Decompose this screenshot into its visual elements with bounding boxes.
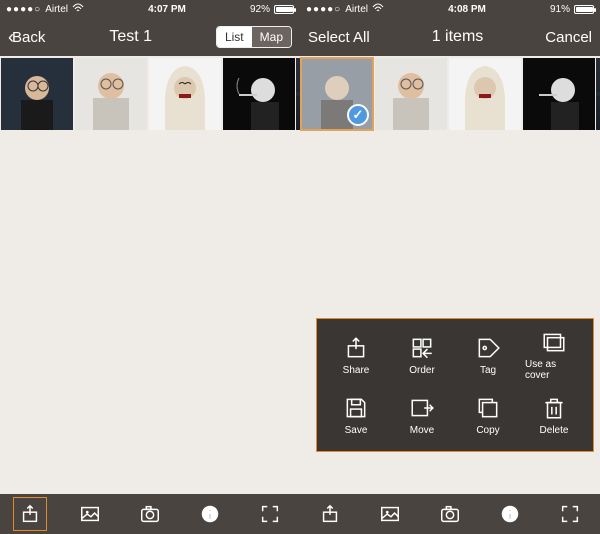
select-all-button[interactable]: Select All: [308, 29, 370, 46]
fullscreen-button[interactable]: [553, 497, 587, 531]
thumbnail[interactable]: [149, 58, 221, 130]
move-icon: [409, 395, 435, 421]
tag-icon: [475, 335, 501, 361]
battery-icon: [574, 5, 594, 14]
action-share[interactable]: Share: [327, 327, 385, 383]
carrier-label: Airtel: [45, 4, 68, 15]
right-screen: ●●●●○ Airtel 4:08 PM 91% Select All 1 it…: [300, 0, 600, 534]
action-label: Move: [410, 425, 434, 436]
thumbnail[interactable]: [596, 58, 600, 130]
thumbnail[interactable]: [523, 58, 595, 130]
thumbnail-selected[interactable]: ✓: [301, 58, 373, 130]
carrier-label: Airtel: [345, 4, 368, 15]
gallery-button[interactable]: [73, 497, 107, 531]
back-button[interactable]: ‹ Back: [8, 27, 45, 48]
info-button[interactable]: [493, 497, 527, 531]
grid-icon: [409, 335, 435, 361]
signal-dots-icon: ●●●●○: [306, 4, 341, 15]
action-save[interactable]: Save: [327, 387, 385, 443]
trash-icon: [541, 395, 567, 421]
status-time: 4:08 PM: [388, 4, 546, 15]
action-tag[interactable]: Tag: [459, 327, 517, 383]
nav-bar: Select All 1 items Cancel: [300, 18, 600, 56]
action-label: Save: [345, 425, 368, 436]
content-area: Share Order Tag Use as cover Save: [300, 132, 600, 494]
share-icon: [343, 335, 369, 361]
bottom-toolbar: [300, 494, 600, 534]
action-label: Delete: [540, 425, 569, 436]
checkmark-icon: ✓: [347, 104, 369, 126]
signal-dots-icon: ●●●●○: [6, 4, 41, 15]
share-button[interactable]: [313, 497, 347, 531]
view-toggle[interactable]: List Map: [216, 26, 292, 48]
status-time: 4:07 PM: [88, 4, 246, 15]
camera-button[interactable]: [133, 497, 167, 531]
action-copy[interactable]: Copy: [459, 387, 517, 443]
thumbnail[interactable]: [1, 58, 73, 130]
copy-icon: [475, 395, 501, 421]
selection-count: 1 items: [376, 28, 540, 46]
action-label: Share: [343, 365, 370, 376]
thumbnail[interactable]: [449, 58, 521, 130]
fullscreen-button[interactable]: [253, 497, 287, 531]
thumbnail[interactable]: [223, 58, 295, 130]
battery-icon: [274, 5, 294, 14]
action-order[interactable]: Order: [393, 327, 451, 383]
action-label: Use as cover: [525, 359, 583, 381]
page-title: Test 1: [51, 28, 210, 46]
battery-percent: 91%: [550, 4, 570, 15]
action-cover[interactable]: Use as cover: [525, 327, 583, 383]
seg-list[interactable]: List: [217, 27, 252, 47]
info-button[interactable]: [193, 497, 227, 531]
battery-percent: 92%: [250, 4, 270, 15]
action-delete[interactable]: Delete: [525, 387, 583, 443]
content-area: [0, 132, 300, 494]
back-label: Back: [12, 29, 45, 46]
cover-icon: [541, 329, 567, 355]
bottom-toolbar: [0, 494, 300, 534]
action-move[interactable]: Move: [393, 387, 451, 443]
thumbnail-strip[interactable]: ✓: [300, 56, 600, 132]
status-bar: ●●●●○ Airtel 4:07 PM 92%: [0, 0, 300, 18]
camera-button[interactable]: [433, 497, 467, 531]
seg-map[interactable]: Map: [252, 27, 291, 47]
action-label: Tag: [480, 365, 496, 376]
save-icon: [343, 395, 369, 421]
nav-bar: ‹ Back Test 1 List Map: [0, 18, 300, 56]
cancel-button[interactable]: Cancel: [545, 29, 592, 46]
share-button[interactable]: [13, 497, 47, 531]
thumbnail[interactable]: [375, 58, 447, 130]
action-label: Order: [409, 365, 435, 376]
thumbnail-strip[interactable]: [0, 56, 300, 132]
action-popup: Share Order Tag Use as cover Save: [316, 318, 594, 452]
left-screen: ●●●●○ Airtel 4:07 PM 92% ‹ Back Test 1 L…: [0, 0, 300, 534]
status-bar: ●●●●○ Airtel 4:08 PM 91%: [300, 0, 600, 18]
thumbnail[interactable]: [75, 58, 147, 130]
action-label: Copy: [476, 425, 499, 436]
wifi-icon: [372, 3, 384, 16]
wifi-icon: [72, 3, 84, 16]
gallery-button[interactable]: [373, 497, 407, 531]
